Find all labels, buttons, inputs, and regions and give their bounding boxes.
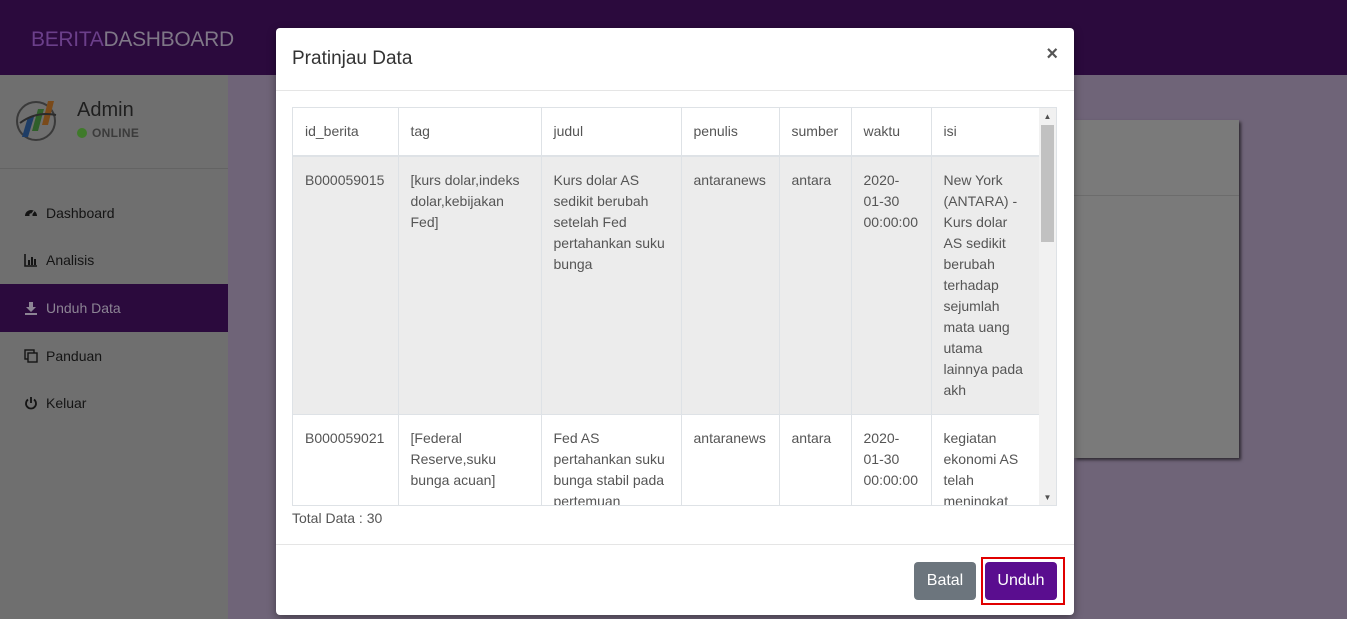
sidebar-item-label: Unduh Data	[46, 300, 121, 316]
online-indicator-icon	[77, 128, 87, 138]
scrollbar-thumb[interactable]	[1041, 125, 1054, 242]
sidebar-item-label: Keluar	[46, 395, 87, 411]
table-cell: antaranews	[681, 156, 780, 415]
scroll-down-arrow-icon[interactable]: ▼	[1039, 489, 1056, 505]
sidebar-item-label: Dashboard	[46, 205, 115, 221]
column-header: id_berita	[293, 108, 399, 157]
copy-icon	[24, 349, 38, 363]
preview-data-modal: Pratinjau Data × id_berita tag judul pen…	[276, 28, 1074, 615]
background-card	[1074, 120, 1239, 458]
power-icon	[24, 396, 38, 410]
vertical-scrollbar[interactable]: ▲ ▼	[1039, 108, 1056, 505]
column-header: penulis	[681, 108, 780, 157]
table-cell: B000059021	[293, 414, 399, 505]
cancel-button[interactable]: Batal	[914, 562, 976, 600]
table-cell: antara	[779, 414, 852, 505]
sidebar-item-dashboard[interactable]: Dashboard	[0, 189, 228, 237]
table-cell: Fed AS pertahankan suku bunga stabil pad…	[541, 414, 682, 505]
table-row: B000059015 [kurs dolar,indeks dolar,kebi…	[293, 156, 1042, 415]
table-cell: kegiatan ekonomi AS telah meningkat	[931, 414, 1042, 505]
sidebar-item-panduan[interactable]: Panduan	[0, 332, 228, 380]
column-header: tag	[398, 108, 542, 157]
table-cell: 2020-01-30 00:00:00	[851, 156, 932, 415]
sidebar-item-keluar[interactable]: Keluar	[0, 379, 228, 427]
sidebar-item-analisis[interactable]: Analisis	[0, 236, 228, 284]
table-header-row: id_berita tag judul penulis sumber waktu…	[293, 108, 1042, 157]
sidebar: Admin ONLINE Dashboard Analisis Unduh Da…	[0, 75, 228, 619]
table-cell: New York (ANTARA) - Kurs dolar AS sediki…	[931, 156, 1042, 415]
brand-part-berita: BERITA	[31, 28, 104, 51]
column-header: waktu	[851, 108, 932, 157]
brand-part-dashboard: DASHBOARD	[103, 28, 235, 51]
close-icon[interactable]: ×	[1046, 44, 1058, 64]
column-header: isi	[931, 108, 1042, 157]
total-data-label: Total Data : 30	[292, 510, 383, 526]
sidebar-item-label: Panduan	[46, 348, 103, 364]
column-header: sumber	[779, 108, 852, 157]
modal-footer: Batal Unduh	[276, 544, 1074, 615]
table-cell: 2020-01-30 00:00:00	[851, 414, 932, 505]
data-table-scroll-area[interactable]: id_berita tag judul penulis sumber waktu…	[292, 107, 1057, 506]
table-cell: [Federal Reserve,suku bunga acuan]	[398, 414, 542, 505]
table-cell: [kurs dolar,indeks dolar,kebijakan Fed]	[398, 156, 542, 415]
brand-logo-text[interactable]: BERITADASHBOARD	[31, 28, 234, 52]
table-cell: antaranews	[681, 414, 780, 505]
background-card-header	[1074, 120, 1239, 196]
bar-chart-icon	[24, 253, 38, 267]
download-button[interactable]: Unduh	[985, 562, 1057, 600]
user-status-label: ONLINE	[92, 126, 140, 140]
sidebar-item-label: Analisis	[46, 252, 95, 268]
modal-title: Pratinjau Data	[292, 48, 413, 69]
scroll-up-arrow-icon[interactable]: ▲	[1039, 108, 1056, 124]
table-cell: B000059015	[293, 156, 399, 415]
download-icon	[24, 301, 38, 315]
sidebar-item-unduh-data[interactable]: Unduh Data	[0, 284, 228, 332]
user-panel: Admin ONLINE	[0, 75, 228, 169]
user-status: ONLINE	[77, 126, 139, 140]
table-row: B000059021 [Federal Reserve,suku bunga a…	[293, 414, 1042, 505]
data-table: id_berita tag judul penulis sumber waktu…	[293, 108, 1042, 505]
table-cell: antara	[779, 156, 852, 415]
modal-header: Pratinjau Data ×	[276, 28, 1074, 91]
bps-logo-icon	[14, 93, 62, 145]
user-name: Admin	[77, 99, 134, 121]
table-cell: Kurs dolar AS sedikit berubah setelah Fe…	[541, 156, 682, 415]
dashboard-icon	[24, 206, 38, 220]
column-header: judul	[541, 108, 682, 157]
